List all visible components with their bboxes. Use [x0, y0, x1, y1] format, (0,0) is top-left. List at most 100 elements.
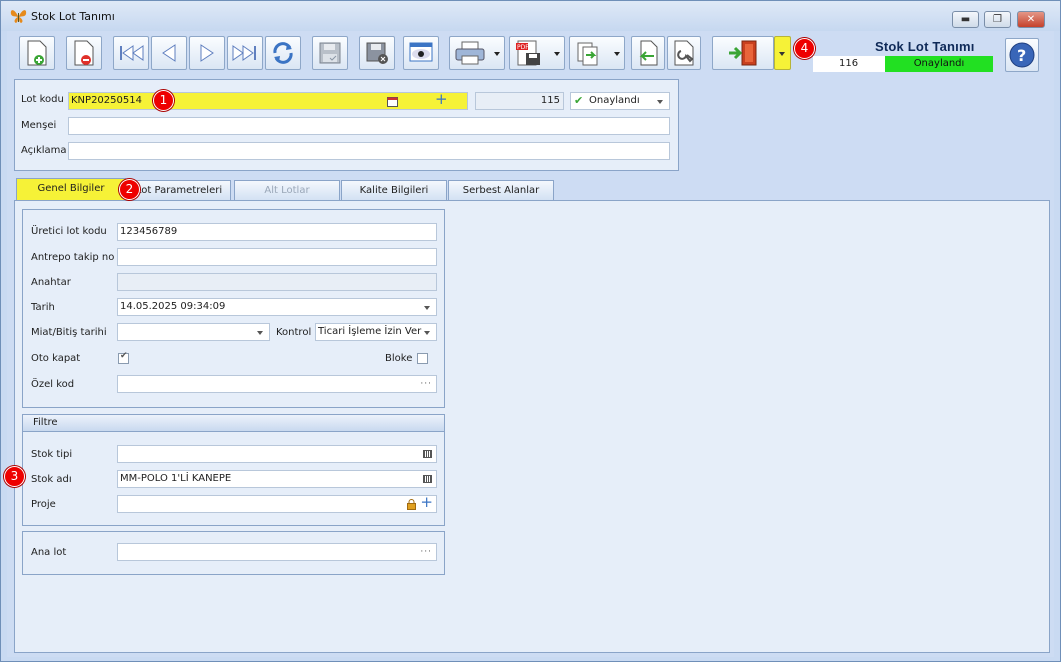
project-label: Proje — [31, 499, 56, 510]
print-button[interactable] — [449, 36, 505, 70]
record-number: 116 — [813, 56, 885, 72]
pdf-icon: PDF — [516, 40, 540, 66]
producer-lot-input[interactable]: 123456789 — [117, 223, 437, 241]
add-icon[interactable]: + — [420, 496, 433, 510]
antrepo-label: Antrepo takip no — [31, 252, 115, 263]
save-icon — [319, 42, 341, 64]
expiry-label: Miat/Bitiş tarihi — [31, 327, 107, 338]
save-button[interactable] — [312, 36, 348, 70]
help-button[interactable]: ? — [1005, 38, 1039, 72]
control-select[interactable]: Ticari İşleme İzin Ver — [315, 323, 437, 341]
expiry-input[interactable] — [117, 323, 270, 341]
special-code-label: Özel kod — [31, 379, 75, 390]
last-icon — [232, 45, 256, 61]
form-title: Stok Lot Tanımı — [875, 39, 975, 54]
stock-type-label: Stok tipi — [31, 449, 73, 460]
stock-name-input[interactable]: MM-POLO 1'Lİ KANEPE — [117, 470, 437, 488]
help-icon: ? — [1009, 42, 1035, 68]
stock-name-label: Stok adı — [31, 474, 72, 485]
special-code-input[interactable]: ··· — [117, 375, 437, 393]
stock-type-input[interactable] — [117, 445, 437, 463]
exit-button[interactable] — [712, 36, 774, 70]
tab-free-fields[interactable]: Serbest Alanlar — [448, 180, 554, 200]
import-icon — [639, 40, 658, 66]
lot-number-field: 115 — [475, 92, 564, 110]
new-button[interactable] — [19, 36, 55, 70]
window-title: Stok Lot Tanımı — [31, 10, 115, 23]
auto-close-label: Oto kapat — [31, 353, 81, 364]
tab-sub-lots[interactable]: Alt Lotlar — [234, 180, 340, 200]
tools-icon — [674, 40, 694, 66]
project-input[interactable]: + — [117, 495, 437, 513]
filter-title: Filtre — [23, 415, 444, 432]
preview-icon — [409, 42, 433, 62]
last-record-button[interactable] — [227, 36, 263, 70]
barcode-icon[interactable] — [423, 450, 432, 458]
callout-badge-4: 4 — [794, 38, 815, 59]
description-label: Açıklama — [21, 145, 67, 156]
status-badge: Onaylandı — [885, 56, 993, 72]
next-record-button[interactable] — [189, 36, 225, 70]
save-cancel-button[interactable] — [359, 36, 395, 70]
exit-icon — [729, 40, 757, 66]
check-icon: ✔ — [574, 94, 584, 107]
previous-record-button[interactable] — [151, 36, 187, 70]
exit-dropdown-button[interactable] — [774, 36, 791, 70]
import-button[interactable] — [631, 36, 665, 70]
save-cancel-icon — [366, 42, 388, 64]
preview-button[interactable] — [403, 36, 439, 70]
parent-lot-label: Ana lot — [31, 547, 67, 558]
close-button[interactable]: ✕ — [1017, 11, 1045, 28]
export-button[interactable] — [569, 36, 625, 70]
svg-text:PDF: PDF — [517, 44, 529, 51]
stock-name-value: MM-POLO 1'Lİ KANEPE — [120, 473, 232, 484]
parent-lot-input[interactable]: ··· — [117, 543, 437, 561]
first-record-button[interactable] — [113, 36, 149, 70]
ellipsis-icon[interactable]: ··· — [420, 376, 432, 392]
control-label: Kontrol — [276, 327, 312, 338]
filter-group: Filtre Stok tipi Stok adı MM-POLO 1'Lİ K… — [22, 414, 445, 526]
ellipsis-icon[interactable]: ··· — [420, 544, 432, 560]
producer-lot-label: Üretici lot kodu — [31, 226, 107, 237]
tab-quality[interactable]: Kalite Bilgileri — [341, 180, 447, 200]
delete-button[interactable] — [66, 36, 102, 70]
key-label: Anahtar — [31, 277, 71, 288]
previous-icon — [162, 44, 176, 62]
key-input — [117, 273, 437, 291]
refresh-button[interactable] — [265, 36, 301, 70]
block-label: Bloke — [385, 353, 413, 364]
next-icon — [200, 44, 214, 62]
add-icon[interactable]: + — [435, 93, 448, 107]
block-checkbox[interactable] — [417, 353, 428, 364]
butterfly-icon — [10, 10, 27, 23]
minimize-button[interactable]: ▬ — [952, 11, 979, 28]
first-icon — [120, 45, 144, 61]
lot-code-value: KNP20250514 — [71, 95, 142, 106]
callout-badge-1: 1 — [153, 90, 174, 111]
svg-text:?: ? — [1017, 46, 1026, 65]
calendar-icon[interactable] — [387, 96, 398, 107]
tab-lot-parameters[interactable]: Lot Parametreleri — [127, 180, 231, 200]
lot-header-panel: Lot kodu KNP20250514 + 115 ✔ Onaylandı M… — [14, 79, 679, 171]
checkmark-icon: ✔ — [120, 351, 128, 361]
date-input[interactable]: 14.05.2025 09:34:09 — [117, 298, 437, 316]
parent-lot-group: Ana lot ··· — [22, 531, 445, 575]
title-bar: Stok Lot Tanımı ▬ ❐ ✕ — [1, 1, 1060, 31]
maximize-button[interactable]: ❐ — [984, 11, 1011, 28]
print-icon — [455, 41, 485, 65]
antrepo-input[interactable] — [117, 248, 437, 266]
description-input[interactable] — [68, 142, 670, 160]
lot-code-input[interactable]: KNP20250514 + — [68, 92, 468, 110]
general-group: Üretici lot kodu 123456789 Antrepo takip… — [22, 209, 445, 408]
auto-close-checkbox[interactable]: ✔ — [118, 351, 129, 364]
barcode-icon[interactable] — [423, 475, 432, 483]
date-label: Tarih — [31, 302, 55, 313]
pdf-button[interactable]: PDF — [509, 36, 565, 70]
form-body: PDF Stok Lot Tanımı 116 Onaylandı ? Lot … — [7, 31, 1054, 657]
tab-content: Üretici lot kodu 123456789 Antrepo takip… — [14, 200, 1050, 653]
callout-badge-2: 2 — [119, 179, 140, 200]
origin-input[interactable] — [68, 117, 670, 135]
tools-button[interactable] — [667, 36, 701, 70]
lot-status-select[interactable]: ✔ Onaylandı — [570, 92, 670, 110]
tab-general[interactable]: Genel Bilgiler — [16, 178, 126, 200]
